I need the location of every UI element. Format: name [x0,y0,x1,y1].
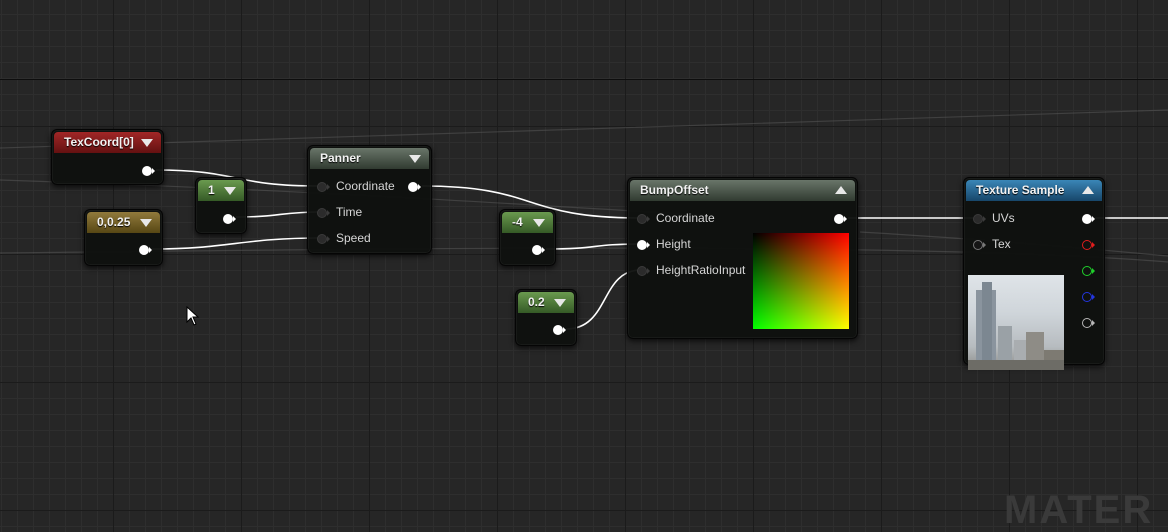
node-header[interactable]: BumpOffset [630,180,855,201]
wire-const2-panner-speed [151,237,322,250]
pin-label-speed: Speed [336,231,371,245]
input-pin-icon[interactable] [973,240,987,250]
collapse-arrow-icon[interactable] [533,219,545,227]
node-title: 0,0.25 [97,215,131,229]
node-header[interactable]: TexCoord[0] [54,132,161,153]
input-pin-icon[interactable] [637,214,651,224]
output-pin-icon[interactable] [532,245,546,255]
node-title: 0.2 [528,295,545,309]
input-pin-icon[interactable] [317,182,331,192]
mouse-cursor-icon [186,306,200,326]
collapse-arrow-icon[interactable] [835,186,847,194]
pin-label-tex: Tex [992,237,1011,251]
input-pin-icon[interactable] [317,208,331,218]
output-pin-icon[interactable] [553,325,567,335]
texture-preview-thumbnail [968,275,1064,370]
node-header[interactable]: Panner [310,148,429,169]
pin-label-uvs: UVs [992,211,1015,225]
node-header[interactable]: 1 [198,180,244,201]
collapse-arrow-icon[interactable] [554,299,566,307]
node-constant-neg4[interactable]: -4 [499,209,556,266]
node-header[interactable]: 0.2 [518,292,574,313]
node-title: 1 [208,183,215,197]
collapse-arrow-icon[interactable] [141,139,153,147]
node-bumpoffset[interactable]: BumpOffset Coordinate Height HeightRatio… [627,177,858,339]
input-pin-icon[interactable] [973,214,987,224]
node-texture-sample[interactable]: Texture Sample UVs Tex [963,177,1105,370]
output-pin-icon[interactable] [139,245,153,255]
collapse-arrow-icon[interactable] [224,187,236,195]
editor-watermark: MATER [1004,488,1154,532]
output-pin-alpha-icon[interactable] [1082,318,1096,328]
node-constant-02[interactable]: 0.2 [515,289,577,346]
output-pin-icon[interactable] [408,182,422,192]
collapse-arrow-icon[interactable] [140,219,152,227]
pin-label-coordinate: Coordinate [656,211,715,225]
node-preview-thumbnail [753,233,849,329]
node-texcoord[interactable]: TexCoord[0] [51,129,164,185]
output-pin-blue-icon[interactable] [1082,292,1096,302]
pin-label-height: Height [656,237,691,251]
output-pin-icon[interactable] [142,166,156,176]
node-title: Texture Sample [976,183,1065,197]
node-constant-1[interactable]: 1 [195,177,247,234]
background-wire [0,109,1168,149]
node-title: -4 [512,215,523,229]
output-pin-red-icon[interactable] [1082,240,1096,250]
output-pin-green-icon[interactable] [1082,266,1096,276]
node-title: Panner [320,151,361,165]
output-pin-rgb-icon[interactable] [1082,214,1096,224]
input-pin-icon[interactable] [637,266,651,276]
pin-label-time: Time [336,205,363,219]
output-pin-icon[interactable] [223,214,237,224]
node-header[interactable]: Texture Sample [966,180,1102,201]
input-pin-icon[interactable] [637,240,651,250]
node-title: BumpOffset [640,183,709,197]
node-constant2vector[interactable]: 0,0.25 [84,209,163,266]
pin-label-coordinate: Coordinate [336,179,395,193]
node-panner[interactable]: Panner Coordinate Time Speed [307,145,432,254]
node-header[interactable]: -4 [502,212,553,233]
input-pin-icon[interactable] [317,234,331,244]
node-title: TexCoord[0] [64,135,134,149]
collapse-arrow-icon[interactable] [1082,186,1094,194]
pin-label-heightratioinput: HeightRatioInput [656,263,746,277]
node-header[interactable]: 0,0.25 [87,212,160,233]
output-pin-icon[interactable] [834,214,848,224]
collapse-arrow-icon[interactable] [409,155,421,163]
